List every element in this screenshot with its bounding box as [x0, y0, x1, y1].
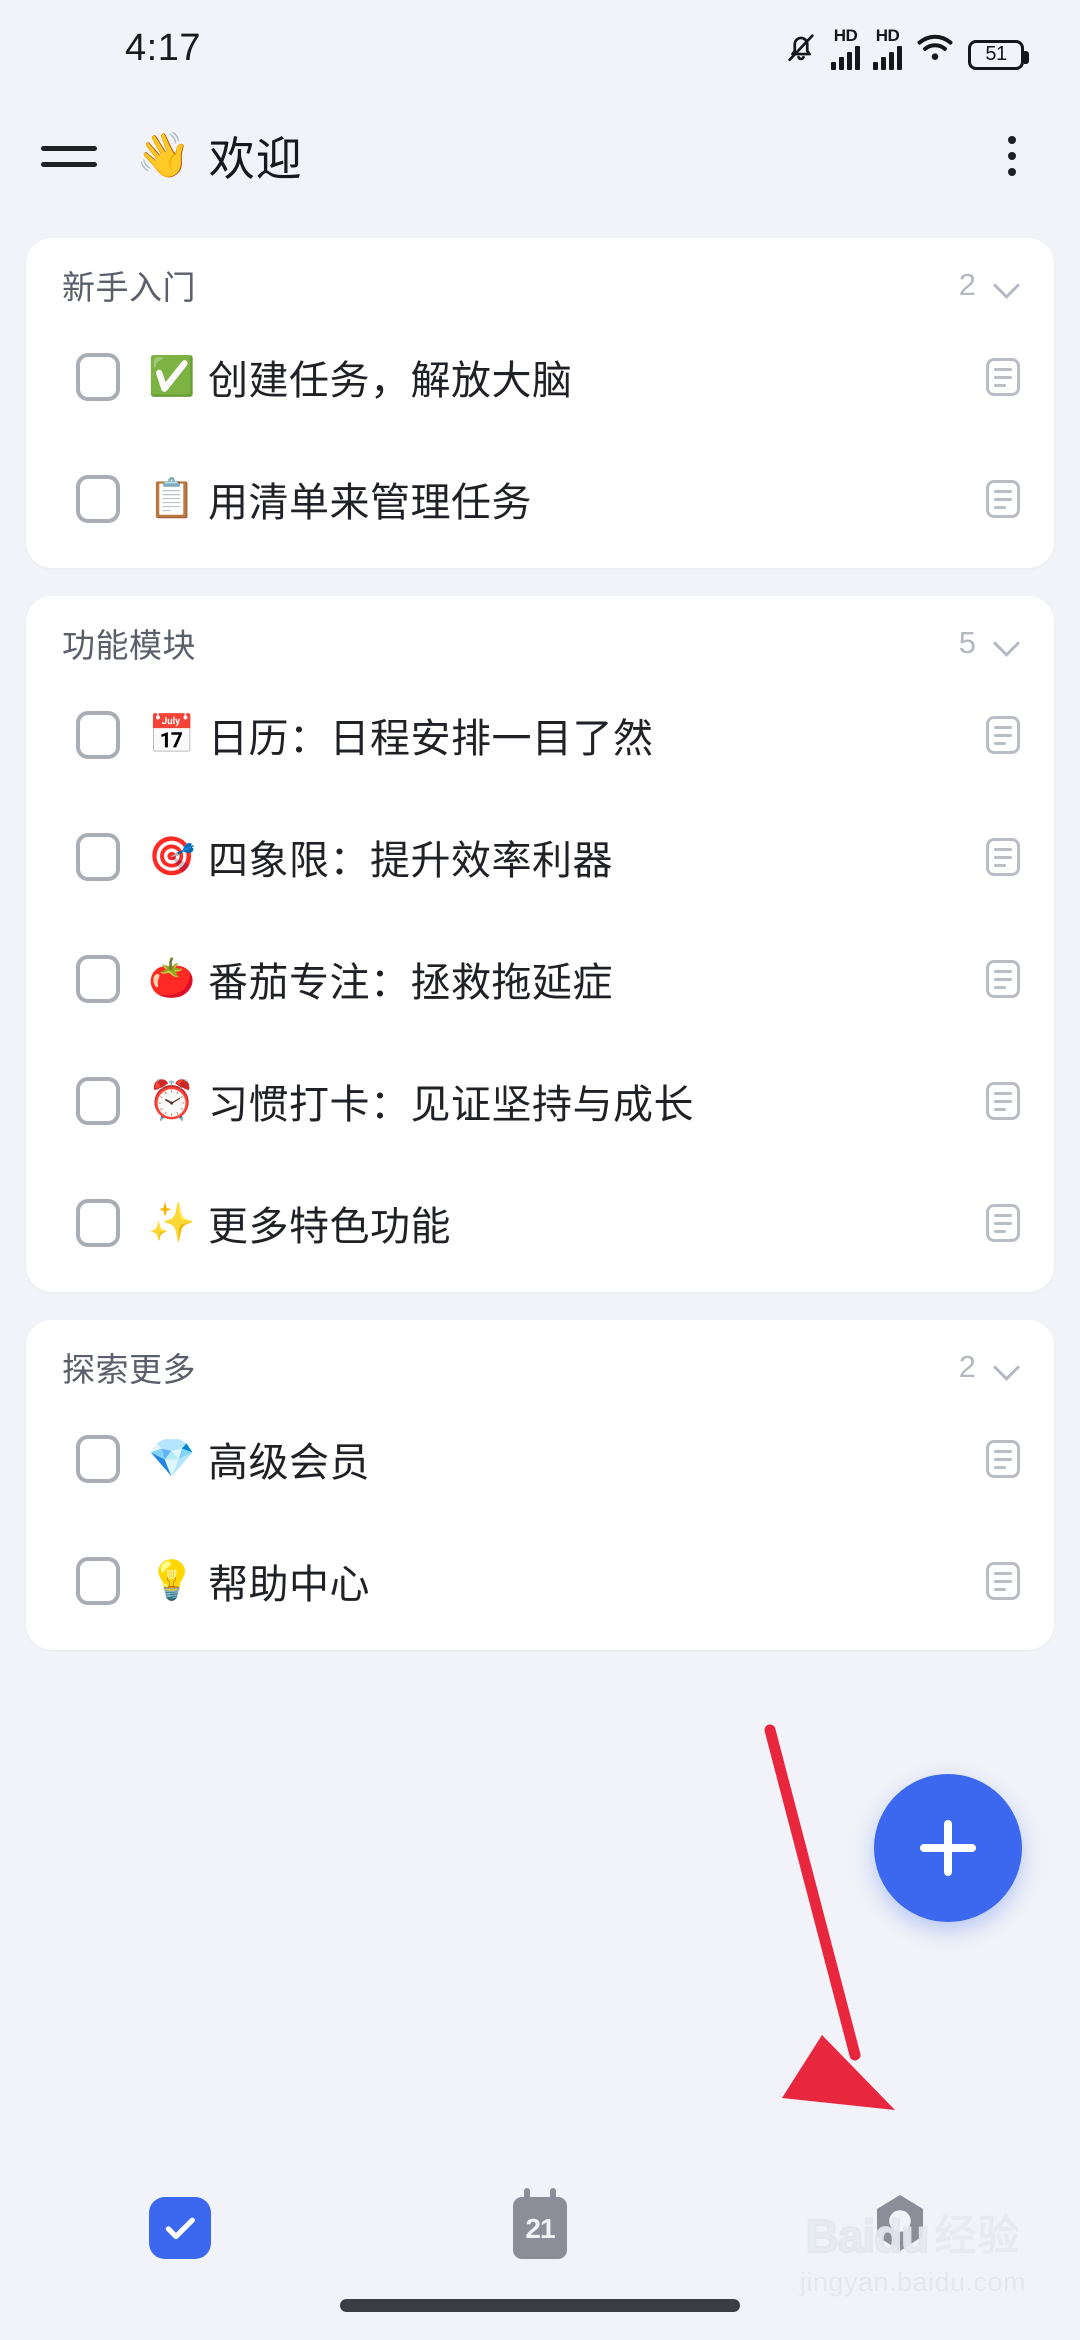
- task-title-label: 习惯打卡：见证坚持与成长: [208, 1083, 694, 1127]
- task-checkbox[interactable]: [76, 475, 120, 523]
- bell-off-icon: [784, 29, 818, 70]
- task-title-label: 番茄专注：拯救拖延症: [208, 961, 613, 1005]
- task-row[interactable]: 🍅 番茄专注：拯救拖延症: [26, 938, 1054, 1020]
- hd-label: HD: [833, 25, 858, 45]
- task-group-card: 功能模块 5 📅 日历：日程安排一目了然 🎯 四象限：提升效率利器 🍅 番茄专注…: [26, 596, 1054, 1292]
- phone-screen: 4:17 HD HD 51 👋 欢迎 新手入门 2 ✅ 创建任务，解放大脑 📋 …: [0, 0, 1080, 2340]
- group-rows: 💎 高级会员 💡 帮助中心: [26, 1414, 1054, 1636]
- task-row[interactable]: 💡 帮助中心: [26, 1540, 1054, 1622]
- target-icon: 🎯: [148, 836, 196, 878]
- alarm-clock-icon: ⏰: [148, 1080, 196, 1122]
- tomato-icon: 🍅: [148, 958, 196, 1000]
- task-list-scroll[interactable]: 新手入门 2 ✅ 创建任务，解放大脑 📋 用清单来管理任务 功能模块 5 📅 日…: [0, 216, 1080, 1650]
- checkbox-check-icon: [149, 2197, 211, 2259]
- task-title-label: 日历：日程安排一目了然: [208, 717, 654, 761]
- calendar-icon: 📅: [148, 714, 196, 756]
- note-icon[interactable]: [986, 716, 1020, 754]
- clipboard-icon: 📋: [148, 478, 196, 520]
- group-title-label: 新手入门: [62, 269, 196, 306]
- note-icon[interactable]: [986, 1440, 1020, 1478]
- task-group-card: 新手入门 2 ✅ 创建任务，解放大脑 📋 用清单来管理任务: [26, 238, 1054, 568]
- hamburger-menu-icon[interactable]: [36, 123, 102, 189]
- note-icon[interactable]: [986, 1204, 1020, 1242]
- task-title-label: 创建任务，解放大脑: [208, 359, 573, 403]
- task-checkbox[interactable]: [76, 955, 120, 1003]
- hd-label: HD: [875, 25, 900, 45]
- task-checkbox[interactable]: [76, 1077, 120, 1125]
- battery-level-label: 51: [985, 43, 1007, 65]
- task-row[interactable]: ⏰ 习惯打卡：见证坚持与成长: [26, 1060, 1054, 1142]
- chevron-down-icon[interactable]: [994, 272, 1020, 298]
- plus-icon-vertical: [944, 1820, 952, 1876]
- task-checkbox[interactable]: [76, 711, 120, 759]
- note-icon[interactable]: [986, 838, 1020, 876]
- note-icon[interactable]: [986, 960, 1020, 998]
- group-header-features[interactable]: 功能模块 5: [26, 596, 1054, 690]
- status-icon-group: HD HD 51: [784, 27, 1029, 70]
- task-row[interactable]: 📋 用清单来管理任务: [26, 458, 1054, 540]
- task-title-label: 更多特色功能: [208, 1205, 451, 1249]
- note-icon[interactable]: [986, 480, 1020, 518]
- note-icon[interactable]: [986, 1082, 1020, 1120]
- group-header-beginner[interactable]: 新手入门 2: [26, 238, 1054, 332]
- status-bar: 4:17 HD HD 51: [0, 0, 1080, 96]
- light-bulb-icon: 💡: [148, 1560, 196, 1602]
- chevron-down-icon[interactable]: [994, 630, 1020, 656]
- group-header-explore[interactable]: 探索更多 2: [26, 1320, 1054, 1414]
- more-vertical-icon[interactable]: [984, 123, 1040, 189]
- sparkles-icon: ✨: [148, 1202, 196, 1244]
- gem-icon: 💎: [148, 1438, 196, 1480]
- group-title-label: 探索更多: [62, 1351, 196, 1388]
- waving-hand-icon: 👋: [136, 131, 191, 180]
- task-checkbox[interactable]: [76, 1199, 120, 1247]
- signal-hd-icon-2: HD: [873, 27, 902, 70]
- task-title-label: 四象限：提升效率利器: [208, 839, 613, 883]
- page-title: 👋 欢迎: [136, 123, 303, 189]
- task-row[interactable]: 🎯 四象限：提升效率利器: [26, 816, 1054, 898]
- note-icon[interactable]: [986, 358, 1020, 396]
- signal-hd-icon-1: HD: [831, 27, 860, 70]
- group-count-badge: 2: [958, 1349, 976, 1384]
- fab-add-button[interactable]: [874, 1774, 1022, 1922]
- group-rows: ✅ 创建任务，解放大脑 📋 用清单来管理任务: [26, 332, 1054, 554]
- task-checkbox[interactable]: [76, 1557, 120, 1605]
- calendar-day-label: 21: [525, 2213, 555, 2244]
- tab-calendar[interactable]: 21: [360, 2168, 720, 2288]
- chevron-down-icon[interactable]: [994, 1354, 1020, 1380]
- task-checkbox[interactable]: [76, 833, 120, 881]
- status-clock: 4:17: [125, 26, 201, 69]
- group-rows: 📅 日历：日程安排一目了然 🎯 四象限：提升效率利器 🍅 番茄专注：拯救拖延症: [26, 690, 1054, 1278]
- task-title-label: 用清单来管理任务: [208, 481, 532, 525]
- note-icon[interactable]: [986, 1562, 1020, 1600]
- tab-focus[interactable]: [720, 2168, 1080, 2288]
- task-row[interactable]: ✅ 创建任务，解放大脑: [26, 336, 1054, 418]
- task-title-label: 高级会员: [208, 1441, 370, 1485]
- page-title-label: 欢迎: [208, 133, 303, 185]
- app-bar: 👋 欢迎: [0, 96, 1080, 216]
- task-group-card: 探索更多 2 💎 高级会员 💡 帮助中心: [26, 1320, 1054, 1650]
- task-title-label: 帮助中心: [208, 1563, 370, 1607]
- task-row[interactable]: 💎 高级会员: [26, 1418, 1054, 1500]
- group-count-badge: 2: [958, 267, 976, 302]
- task-row[interactable]: 📅 日历：日程安排一目了然: [26, 694, 1054, 776]
- task-row[interactable]: ✨ 更多特色功能: [26, 1182, 1054, 1264]
- tab-tasks[interactable]: [0, 2168, 360, 2288]
- white-check-mark-icon: ✅: [148, 356, 196, 398]
- task-checkbox[interactable]: [76, 353, 120, 401]
- rocket-icon: [867, 2192, 933, 2264]
- signal-bars: [831, 45, 860, 70]
- signal-bars: [873, 45, 902, 70]
- task-checkbox[interactable]: [76, 1435, 120, 1483]
- battery-icon: 51: [968, 39, 1029, 70]
- calendar-icon: 21: [513, 2188, 567, 2259]
- group-title-label: 功能模块: [62, 627, 196, 664]
- group-count-badge: 5: [958, 625, 976, 660]
- home-gesture-bar[interactable]: [340, 2299, 740, 2312]
- wifi-icon: [915, 31, 955, 70]
